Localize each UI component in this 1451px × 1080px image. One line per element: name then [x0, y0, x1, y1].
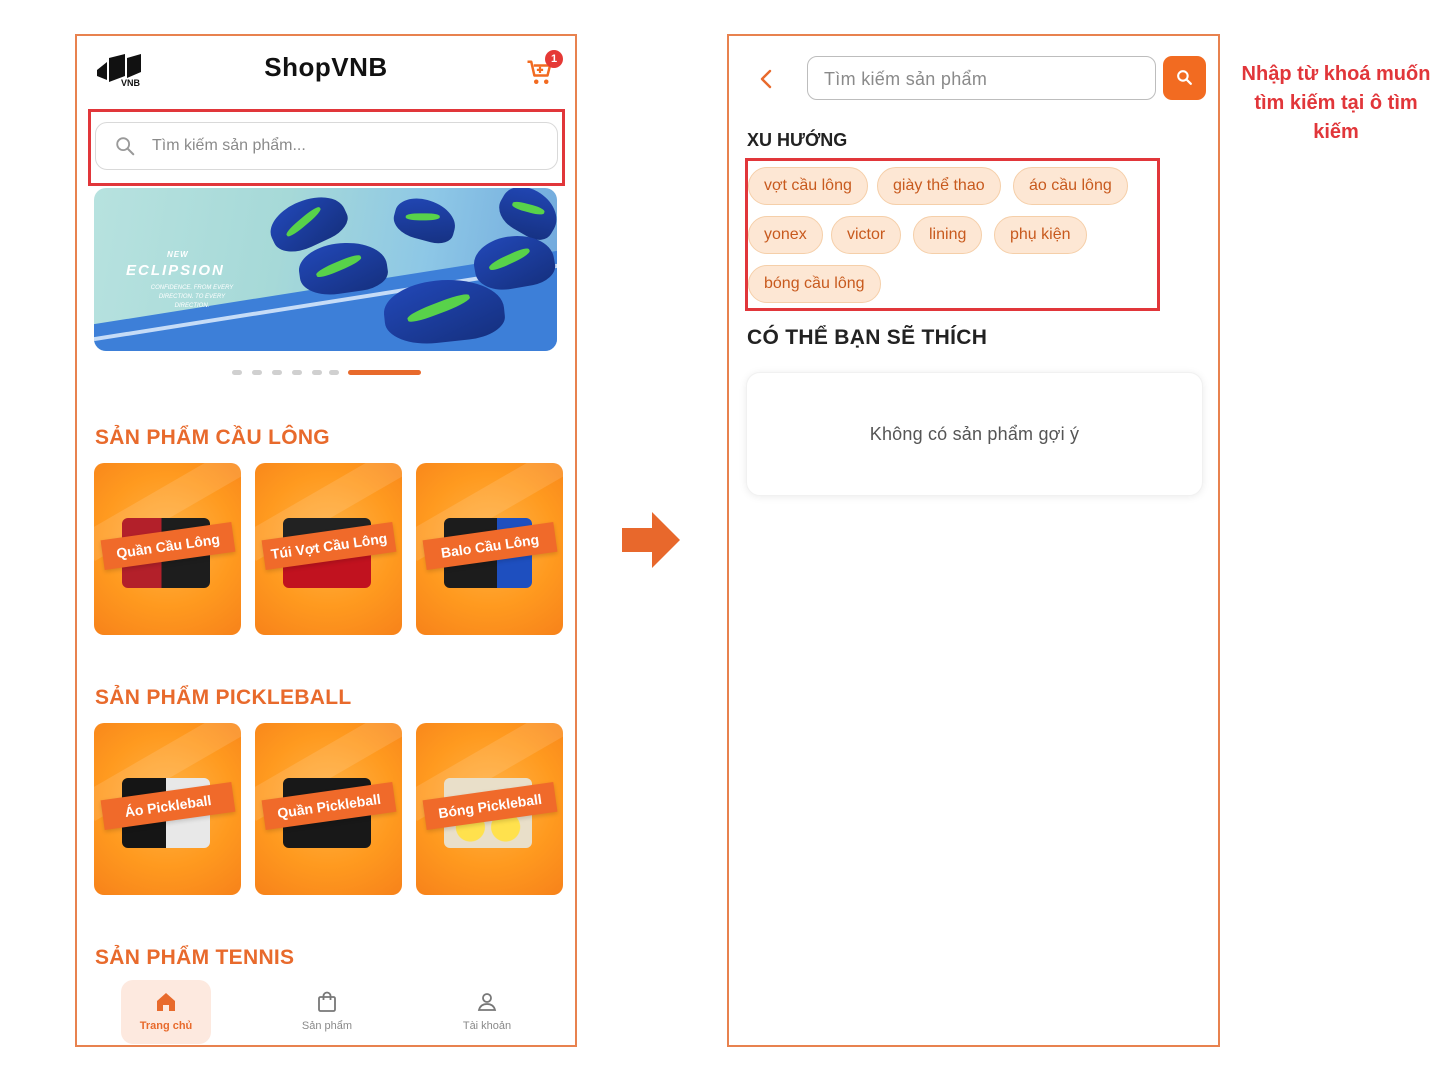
category-card[interactable]: Áo Pickleball [94, 723, 241, 895]
banner-small-text: NEW [167, 250, 189, 259]
bottom-navigation: Trang chủ Sản phẩm Tài khoản [77, 976, 575, 1045]
back-arrow-icon[interactable] [757, 68, 777, 90]
nav-item-products[interactable]: Sản phẩm [282, 980, 372, 1044]
category-card[interactable]: Quần Pickleball [255, 723, 402, 895]
cart-count-badge: 1 [545, 50, 563, 68]
nav-label: Sản phẩm [301, 1020, 353, 1032]
nav-item-account[interactable]: Tài khoản [442, 980, 532, 1044]
home-screen: VNB ShopVNB 1 Tìm kiếm sản phẩm... NEW E… [75, 34, 577, 1047]
search-input[interactable]: Tìm kiếm sản phẩm... [95, 122, 558, 170]
pickleball-category-row: Áo Pickleball Quần Pickleball Bóng Pickl… [94, 723, 564, 895]
search-placeholder: Tìm kiếm sản phẩm... [152, 137, 306, 154]
search-icon [1177, 70, 1192, 85]
instruction-text: Nhập từ khoá muốn tìm kiếm tại ô tìm kiế… [1241, 63, 1431, 143]
search-icon [116, 137, 135, 156]
category-card[interactable]: Quần Cầu Lông [94, 463, 241, 635]
section-title-pickleball: SẢN PHẨM PICKLEBALL [95, 686, 352, 709]
carousel-indicator[interactable] [77, 370, 575, 376]
trend-tag[interactable]: bóng cầu lông [748, 265, 881, 303]
nav-item-home[interactable]: Trang chủ [121, 980, 211, 1044]
trend-heading: XU HƯỚNG [747, 130, 848, 150]
badminton-category-row: Quần Cầu Lông Túi Vợt Cầu Lông Balo Cầu … [94, 463, 564, 635]
trend-tag[interactable]: lining [913, 216, 983, 254]
search-button[interactable] [1163, 56, 1206, 100]
search-input[interactable]: Tìm kiếm sản phẩm [807, 56, 1156, 100]
nav-label: Trang chủ [139, 1020, 193, 1032]
suggest-heading: CÓ THỂ BẠN SẼ THÍCH [747, 326, 988, 349]
promo-banner[interactable]: NEW ECLIPSION CONFIDENCE. FROM EVERY DIR… [94, 188, 557, 351]
app-header: VNB ShopVNB 1 [77, 36, 575, 104]
trend-tag[interactable]: vợt cầu lông [748, 167, 868, 205]
shopping-bag-icon [318, 991, 336, 1012]
nav-label: Tài khoản [462, 1020, 512, 1032]
search-placeholder: Tìm kiếm sản phẩm [824, 69, 988, 89]
trend-tag[interactable]: phụ kiện [994, 216, 1087, 254]
empty-message: Không có sản phẩm gợi ý [869, 424, 1080, 444]
trend-tag[interactable]: áo cầu lông [1013, 167, 1128, 205]
empty-suggestions-card: Không có sản phẩm gợi ý [746, 372, 1203, 496]
trend-tag[interactable]: victor [831, 216, 902, 254]
section-title-badminton: SẢN PHẨM CẦU LÔNG [95, 426, 330, 449]
category-card[interactable]: Balo Cầu Lông [416, 463, 563, 635]
arrow-right-icon [622, 512, 680, 568]
section-title-tennis: SẢN PHẨM TENNIS [95, 946, 295, 969]
app-title: ShopVNB [264, 52, 388, 82]
trend-tag[interactable]: yonex [748, 216, 823, 254]
trend-tag[interactable]: giày thể thao [877, 167, 1001, 205]
cart-button[interactable]: 1 [525, 50, 563, 86]
shoe-image [389, 192, 461, 248]
category-card[interactable]: Túi Vợt Cầu Lông [255, 463, 402, 635]
home-icon [157, 993, 175, 1011]
banner-tagline: CONFIDENCE. FROM EVERY DIRECTION. TO EVE… [150, 285, 234, 309]
user-icon [477, 993, 497, 1011]
search-screen: Tìm kiếm sản phẩm XU HƯỚNG vợt cầu lông … [727, 34, 1220, 1047]
banner-brand: ECLIPSION [126, 262, 225, 279]
category-card[interactable]: Bóng Pickleball [416, 723, 563, 895]
